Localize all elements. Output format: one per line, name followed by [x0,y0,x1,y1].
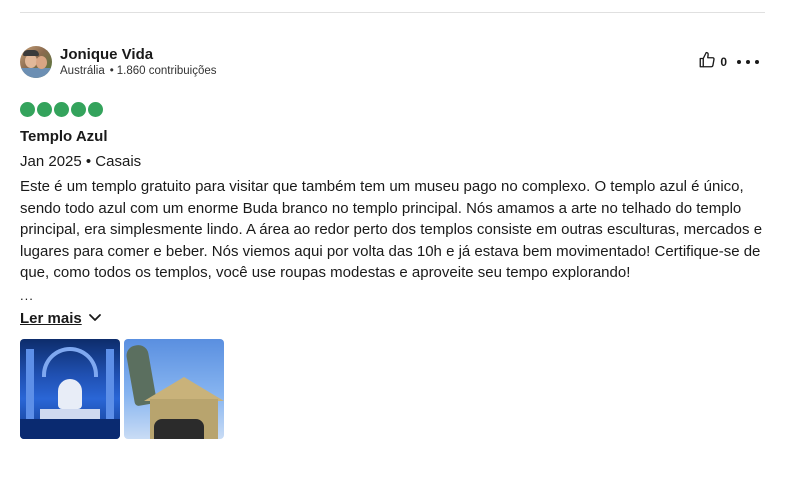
rating-bubble [54,102,69,117]
user-location: Austrália [60,64,105,77]
rating-bubble [37,102,52,117]
user-name[interactable]: Jonique Vida [60,46,217,64]
user-info: Jonique Vida Austrália • 1.860 contribuiçõ… [60,46,217,79]
meta-separator: • [109,64,114,77]
divider [20,12,765,13]
more-options-icon[interactable] [737,54,759,70]
rating-bubble [88,102,103,117]
rating-bubble [20,102,35,117]
rating-bubbles [20,102,765,117]
review-ellipsis: ... [20,287,34,303]
helpful-count: 0 [720,55,727,69]
chevron-down-icon [88,310,102,328]
review-card: Jonique Vida Austrália • 1.860 contribuiçõ… [20,44,765,439]
review-photos [20,339,765,439]
read-more-button[interactable]: Ler mais [20,310,102,328]
review-header: Jonique Vida Austrália • 1.860 contribuiçõ… [20,44,765,80]
review-body: Este é um templo gratuito para visitar q… [20,178,763,281]
trip-date: Jan 2025 • Casais [20,153,142,170]
rating-bubble [71,102,86,117]
read-more-label: Ler mais [20,310,82,327]
user-meta: Austrália • 1.860 contribuições [60,64,217,79]
blue-temple-exterior-photo[interactable] [124,339,224,439]
helpful-button[interactable]: 0 [698,51,727,74]
avatar[interactable] [20,46,52,78]
blue-temple-interior-photo[interactable] [20,339,120,439]
review-actions: 0 [698,51,759,74]
thumbs-up-icon [698,51,716,74]
user-contributions: 1.860 contribuições [116,64,217,77]
review-title: Templo Azul [20,128,108,145]
